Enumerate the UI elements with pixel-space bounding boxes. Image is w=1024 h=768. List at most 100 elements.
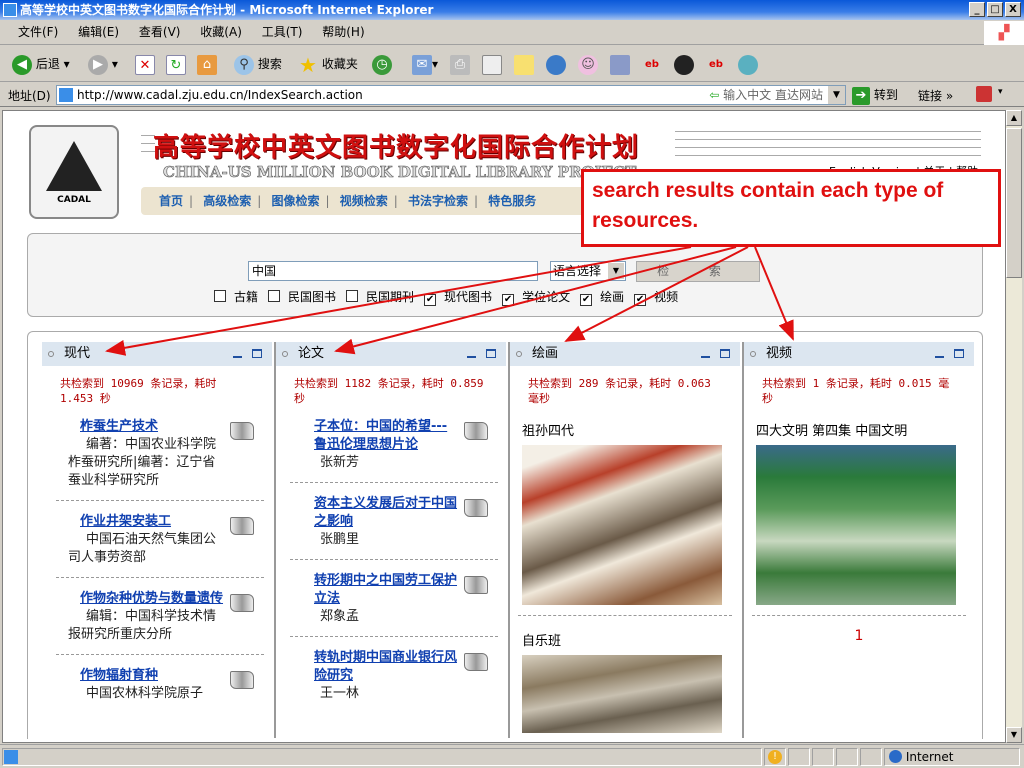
column-title: 视频: [766, 346, 793, 361]
refresh-button[interactable]: ↻: [166, 53, 186, 75]
minimize-icon[interactable]: [467, 356, 476, 358]
book-icon[interactable]: [230, 517, 254, 535]
maximize-icon[interactable]: [954, 349, 964, 358]
print-button[interactable]: ⎙: [450, 53, 470, 75]
nav-home[interactable]: 首页: [159, 194, 183, 208]
book-icon[interactable]: [464, 653, 488, 671]
edit-button[interactable]: [482, 53, 502, 75]
search-input[interactable]: 中国: [248, 261, 538, 281]
favorites-button[interactable]: ★ 收藏夹: [298, 53, 358, 75]
result-title-link[interactable]: 柞蚕生产技术: [80, 406, 224, 436]
security-zone: Internet: [884, 748, 1020, 766]
filter-checkbox[interactable]: 民国图书: [268, 288, 336, 305]
menu-edit[interactable]: 编辑(E): [78, 20, 119, 45]
research-button[interactable]: [610, 53, 630, 75]
maximize-icon[interactable]: [252, 349, 262, 358]
go-button[interactable]: ➔ 转到: [852, 85, 898, 105]
ebay-button[interactable]: eb: [642, 53, 662, 75]
warning-icon[interactable]: !: [764, 748, 786, 766]
book-icon[interactable]: [464, 422, 488, 440]
scroll-thumb[interactable]: [1006, 128, 1022, 278]
book-icon[interactable]: [464, 499, 488, 517]
result-column: 论文 共检索到 1182 条记录，耗时 0.859 秒子本位：中国的希望---鲁迅…: [276, 342, 506, 738]
nav-special-services[interactable]: 特色服务: [488, 194, 536, 208]
qq-button[interactable]: [674, 53, 694, 75]
pdf-icon[interactable]: [976, 86, 992, 102]
filter-checkbox[interactable]: 民国期刊: [346, 288, 414, 305]
ebay-button-2[interactable]: eb: [706, 53, 726, 75]
maximize-icon[interactable]: [486, 349, 496, 358]
video-thumbnail[interactable]: [756, 445, 956, 605]
result-title-link[interactable]: 转形期中之中国劳工保护立法: [314, 560, 458, 608]
mail-button[interactable]: ✉ ▾: [412, 53, 438, 75]
scroll-down-icon[interactable]: ▼: [1006, 727, 1022, 743]
msn-messenger-button[interactable]: [738, 53, 758, 75]
filter-label: 民国图书: [288, 290, 337, 304]
stop-button[interactable]: ✕: [135, 53, 155, 75]
back-button[interactable]: ◀ 后退 ▾: [12, 53, 70, 75]
address-input[interactable]: http://www.cadal.zju.edu.cn/IndexSearch.…: [56, 85, 846, 105]
links-button[interactable]: 链接 »: [918, 87, 953, 104]
result-title-link[interactable]: 作物辐射育种: [80, 655, 224, 685]
filter-checkbox[interactable]: 古籍: [214, 288, 258, 305]
result-title-link[interactable]: 作业井架安装工: [80, 501, 224, 531]
page-number[interactable]: 1: [744, 628, 974, 644]
vertical-scrollbar[interactable]: ▲ ▼: [1006, 110, 1022, 743]
restore-button[interactable]: □: [987, 2, 1003, 17]
filter-checkbox[interactable]: ✔ 绘画: [580, 288, 624, 306]
book-icon[interactable]: [464, 576, 488, 594]
checkbox-icon: ✔: [634, 294, 647, 306]
item-title[interactable]: 自乐班: [522, 630, 732, 649]
cadal-logo[interactable]: CADAL: [29, 125, 119, 219]
nav-calligraphy-search[interactable]: 书法字检索: [408, 194, 468, 208]
book-icon[interactable]: [230, 422, 254, 440]
filter-checkbox[interactable]: ✔ 学位论文: [502, 288, 570, 306]
column-title: 现代: [64, 346, 91, 361]
menu-favorites[interactable]: 收藏(A): [200, 20, 242, 45]
item-title[interactable]: 祖孙四代: [522, 420, 732, 439]
nav-video-search[interactable]: 视频检索: [340, 194, 388, 208]
search-submit-button[interactable]: 检 索: [636, 261, 760, 282]
result-title-link[interactable]: 子本位：中国的希望---鲁迅伦理思想片论: [314, 406, 458, 454]
menu-file[interactable]: 文件(F): [18, 20, 58, 45]
scroll-up-icon[interactable]: ▲: [1006, 110, 1022, 126]
result-title-link[interactable]: 资本主义发展后对于中国之影响: [314, 483, 458, 531]
collapse-icon[interactable]: [750, 351, 756, 357]
minimize-button[interactable]: _: [969, 2, 985, 17]
nav-image-search[interactable]: 图像检索: [272, 194, 320, 208]
painting-thumbnail[interactable]: [522, 655, 722, 733]
pig-button[interactable]: ☺: [578, 53, 598, 75]
minimize-icon[interactable]: [935, 356, 944, 358]
painting-thumbnail[interactable]: [522, 445, 722, 605]
filter-checkbox[interactable]: ✔ 现代图书: [424, 288, 492, 306]
book-icon[interactable]: [230, 594, 254, 612]
menu-tools[interactable]: 工具(T): [262, 20, 303, 45]
column-title: 绘画: [532, 346, 559, 361]
pdf-dropdown[interactable]: ▾: [998, 87, 1003, 97]
history-button[interactable]: ◷: [372, 53, 392, 75]
address-dropdown[interactable]: ▼: [828, 86, 845, 104]
maximize-icon[interactable]: [720, 349, 730, 358]
result-title-link[interactable]: 作物杂种优势与数量遗传: [80, 578, 224, 608]
menu-help[interactable]: 帮助(H): [322, 20, 364, 45]
address-hint: ⇦ 输入中文 直达网站: [709, 88, 823, 102]
filter-label: 民国期刊: [366, 290, 415, 304]
result-title-link[interactable]: 转轨时期中国商业银行风险研究: [314, 637, 458, 685]
menu-view[interactable]: 查看(V): [139, 20, 181, 45]
collapse-icon[interactable]: [48, 351, 54, 357]
filter-checkbox[interactable]: ✔ 视频: [634, 288, 678, 306]
language-select[interactable]: 语言选择 ▼: [550, 261, 626, 281]
close-button[interactable]: X: [1005, 2, 1021, 17]
collapse-icon[interactable]: [282, 351, 288, 357]
minimize-icon[interactable]: [233, 356, 242, 358]
home-button[interactable]: ⌂: [197, 53, 217, 75]
messenger-button[interactable]: [546, 53, 566, 75]
note-button[interactable]: [514, 53, 534, 75]
minimize-icon[interactable]: [701, 356, 710, 358]
item-title[interactable]: 四大文明 第四集 中国文明: [756, 420, 966, 439]
forward-button[interactable]: ▶ ▾: [88, 53, 118, 75]
collapse-icon[interactable]: [516, 351, 522, 357]
book-icon[interactable]: [230, 671, 254, 689]
search-button[interactable]: ⚲ 搜索: [234, 53, 282, 75]
nav-advanced-search[interactable]: 高级检索: [203, 194, 251, 208]
